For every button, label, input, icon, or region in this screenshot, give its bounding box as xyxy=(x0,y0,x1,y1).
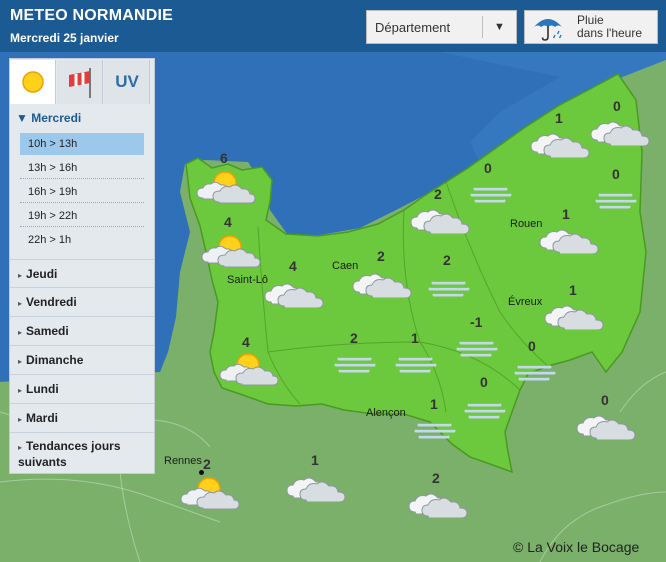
fog-icon xyxy=(456,340,500,363)
fog-icon xyxy=(514,364,558,387)
cloud-icon xyxy=(537,228,601,259)
wind-speed: 2 xyxy=(432,470,440,486)
caret-right-icon: ▸ xyxy=(18,271,23,280)
city-label-alencon: Alençon xyxy=(366,407,406,419)
rain-label-line2: dans l'heure xyxy=(577,26,643,40)
caret-right-icon: ▸ xyxy=(18,415,23,424)
day-header-label: Mercredi xyxy=(31,111,82,125)
wind-speed: 2 xyxy=(350,330,358,346)
fog-icon xyxy=(470,186,514,209)
cloud-icon xyxy=(350,272,414,303)
cloud-icon xyxy=(528,132,592,163)
rain-in-hour-button[interactable]: Pluie dans l'heure xyxy=(524,10,658,44)
cloud-icon xyxy=(284,476,348,507)
city-label-evreux: Évreux xyxy=(508,296,543,308)
tab-wind[interactable] xyxy=(57,60,103,104)
wind-speed: 4 xyxy=(289,258,297,274)
day-item-jeudi[interactable]: ▸ Jeudi xyxy=(10,259,154,287)
department-select[interactable]: Département ▼ xyxy=(366,10,517,44)
caret-right-icon: ▸ xyxy=(18,386,23,395)
wind-speed: -1 xyxy=(470,314,483,330)
day-item-mardi[interactable]: ▸ Mardi xyxy=(10,403,154,432)
wind-speed: 2 xyxy=(434,186,442,202)
partly-sunny-icon xyxy=(193,170,257,209)
cloud-icon xyxy=(574,414,638,445)
day-label: Dimanche xyxy=(26,353,84,367)
day-header-current[interactable]: ▼ Mercredi xyxy=(16,111,81,125)
wind-speed: 1 xyxy=(411,330,419,346)
time-slot[interactable]: 19h > 22h xyxy=(20,205,144,227)
wind-speed: 0 xyxy=(528,338,536,354)
page-date: Mercredi 25 janvier xyxy=(10,31,119,45)
day-label: Tendances jours suivants xyxy=(18,439,121,469)
chevron-down-icon: ▼ xyxy=(494,21,505,33)
time-slot[interactable]: 10h > 13h xyxy=(20,133,144,155)
wind-speed: 0 xyxy=(480,374,488,390)
umbrella-icon xyxy=(534,19,562,41)
wind-speed: 0 xyxy=(601,392,609,408)
cloud-icon xyxy=(408,208,472,239)
fog-icon xyxy=(595,192,639,215)
time-slot[interactable]: 13h > 16h xyxy=(20,157,144,179)
day-item-trends[interactable]: ▸ Tendances jours suivants xyxy=(10,432,154,473)
caret-right-icon: ▸ xyxy=(18,357,23,366)
day-label: Jeudi xyxy=(26,267,58,281)
time-slot[interactable]: 22h > 1h xyxy=(20,229,144,251)
partly-sunny-icon xyxy=(216,352,280,391)
caret-right-icon: ▸ xyxy=(18,299,23,308)
day-item-dimanche[interactable]: ▸ Dimanche xyxy=(10,345,154,374)
time-slot[interactable]: 16h > 19h xyxy=(20,181,144,203)
wind-speed: 2 xyxy=(443,252,451,268)
windsock-icon xyxy=(69,68,91,98)
wind-speed: 1 xyxy=(569,282,577,298)
wind-speed: 1 xyxy=(555,110,563,126)
department-select-label: Département xyxy=(375,20,451,35)
day-item-vendredi[interactable]: ▸ Vendredi xyxy=(10,287,154,316)
wind-speed: 0 xyxy=(612,166,620,182)
wind-speed: 4 xyxy=(224,214,232,230)
wind-speed: 1 xyxy=(562,206,570,222)
rain-in-hour-label: Pluie dans l'heure xyxy=(577,14,642,40)
wind-speed: 4 xyxy=(242,334,250,350)
wind-speed: 1 xyxy=(430,396,438,412)
page-title: METEO NORMANDIE xyxy=(10,7,173,24)
caret-right-icon: ▸ xyxy=(18,328,23,337)
day-label: Samedi xyxy=(26,324,69,338)
day-label: Vendredi xyxy=(26,295,77,309)
wind-speed: 1 xyxy=(311,452,319,468)
city-label-rennes: Rennes xyxy=(164,455,202,467)
sun-icon xyxy=(22,71,44,93)
wind-speed: 2 xyxy=(377,248,385,264)
wind-speed: 6 xyxy=(220,150,228,166)
caret-down-icon: ▼ xyxy=(16,111,32,125)
cloud-icon xyxy=(262,282,326,313)
tab-weather[interactable] xyxy=(10,60,56,104)
wind-speed: 0 xyxy=(484,160,492,176)
tab-uv[interactable]: UV xyxy=(104,60,150,104)
partly-sunny-icon xyxy=(198,234,262,273)
wind-speed: 0 xyxy=(613,98,621,114)
fog-icon xyxy=(414,422,458,445)
city-label-caen: Caen xyxy=(332,260,359,272)
fog-icon xyxy=(464,402,508,425)
copyright-credit: © La Voix le Bocage xyxy=(513,539,640,555)
header-bar: METEO NORMANDIE Mercredi 25 janvier Dépa… xyxy=(0,0,666,52)
cloud-icon xyxy=(542,304,606,335)
day-label: Mardi xyxy=(26,411,59,425)
day-label: Lundi xyxy=(26,382,59,396)
partly-sunny-icon xyxy=(177,476,241,515)
tab-uv-label: UV xyxy=(115,72,139,91)
wind-speed: 2 xyxy=(203,456,211,472)
caret-right-icon: ▸ xyxy=(18,443,23,452)
fog-icon xyxy=(428,280,472,303)
fog-icon xyxy=(395,356,439,379)
day-item-lundi[interactable]: ▸ Lundi xyxy=(10,374,154,403)
day-item-samedi[interactable]: ▸ Samedi xyxy=(10,316,154,345)
fog-icon xyxy=(334,356,378,379)
cloud-icon xyxy=(406,492,470,523)
cloud-icon xyxy=(588,120,652,151)
select-divider xyxy=(482,16,483,38)
forecast-sidebar: UV ▼ Mercredi 10h > 13h 13h > 16h 16h > … xyxy=(9,58,155,474)
